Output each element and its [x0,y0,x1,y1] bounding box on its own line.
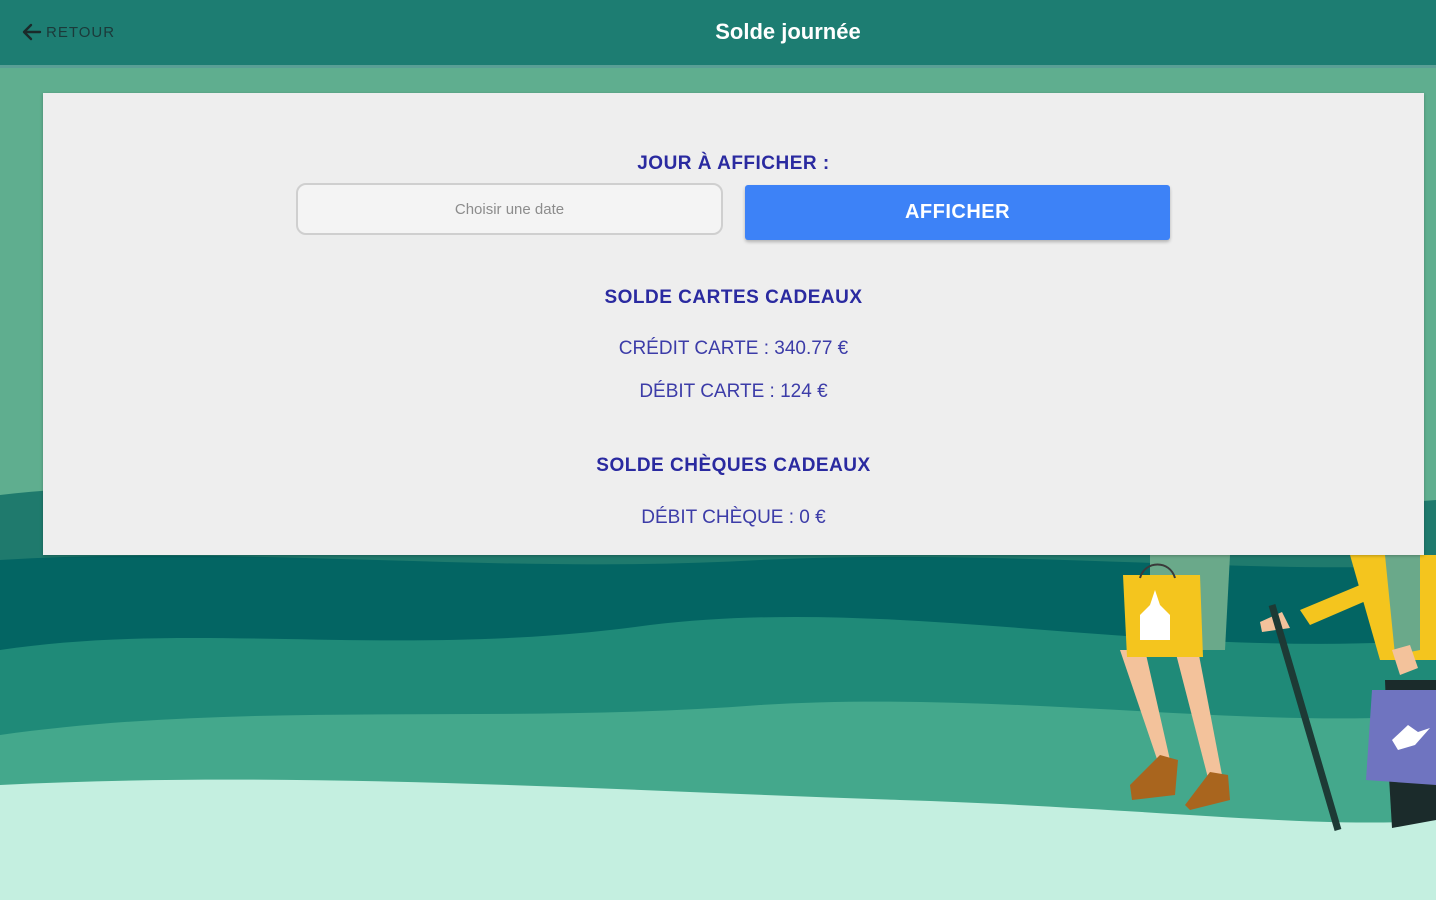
gift-cheques-heading: SOLDE CHÈQUES CADEAUX [596,455,871,476]
gift-cheque-debit: DÉBIT CHÈQUE : 0 € [641,507,826,528]
page-title: Solde journée [715,19,861,44]
gift-card-credit: CRÉDIT CARTE : 340.77 € [618,338,849,359]
gift-card-debit: DÉBIT CARTE : 124 € [639,381,828,402]
app-header: RETOUR Solde journée [0,0,1436,68]
afficher-button[interactable]: AFFICHER [745,185,1170,240]
date-input[interactable] [296,183,723,235]
gift-cards-heading: SOLDE CARTES CADEAUX [604,287,863,308]
day-label: JOUR À AFFICHER : [637,153,830,174]
balance-card: JOUR À AFFICHER : AFFICHER SOLDE CARTES … [43,93,1424,555]
